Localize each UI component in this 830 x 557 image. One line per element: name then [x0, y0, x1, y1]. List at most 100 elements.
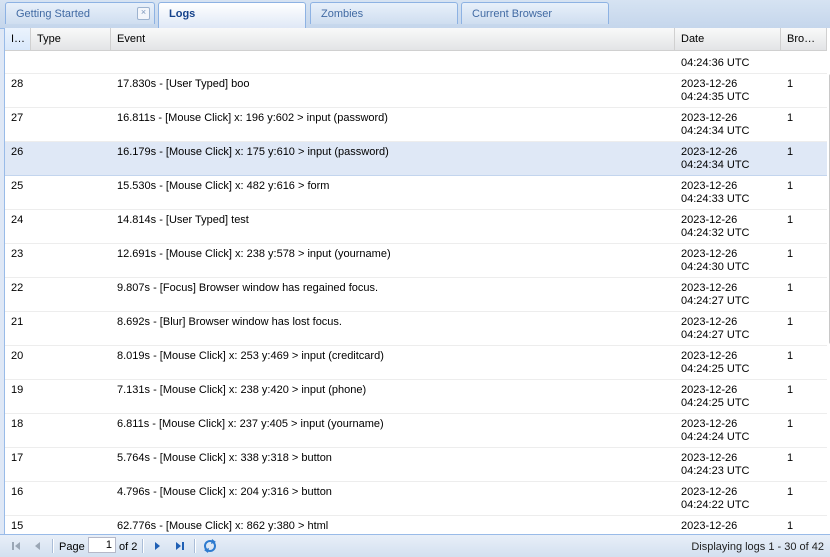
table-row[interactable]: 25 15.530s - [Mouse Click] x: 482 y:616 >… — [5, 176, 827, 210]
cell-type — [31, 244, 111, 277]
cell-type — [31, 142, 111, 175]
cell-type — [31, 74, 111, 107]
time-line: 04:24:25 UTC — [681, 397, 750, 409]
column-header-id[interactable]: I… — [5, 28, 31, 50]
table-row[interactable]: 04:24:36 UTC — [5, 51, 827, 74]
tab-zombies[interactable]: Zombies — [310, 2, 458, 24]
date-line: 2023-12-26 — [681, 282, 738, 294]
cell-browser: 1 — [787, 78, 794, 90]
date-line: 2023-12-26 — [681, 384, 738, 396]
date-line: 2023-12-26 — [681, 180, 738, 192]
page-label: Page — [59, 541, 85, 553]
table-row[interactable]: 19 7.131s - [Mouse Click] x: 238 y:420 > … — [5, 380, 827, 414]
cell-date: 2023-12-26 04:24:34 UTC — [675, 108, 781, 141]
cell-browser: 1 — [787, 214, 794, 226]
column-header-event[interactable]: Event — [111, 28, 675, 50]
table-row[interactable]: 20 8.019s - [Mouse Click] x: 253 y:469 > … — [5, 346, 827, 380]
table-row[interactable]: 18 6.811s - [Mouse Click] x: 237 y:405 > … — [5, 414, 827, 448]
toolbar-separator — [52, 539, 54, 553]
column-header-date[interactable]: Date — [675, 28, 781, 50]
cell-browser: 1 — [787, 282, 794, 294]
cell-type — [31, 51, 111, 73]
next-page-icon[interactable] — [150, 538, 166, 554]
table-row[interactable]: 24 14.814s - [User Typed] test 1 2023-12-26… — [5, 210, 827, 244]
cell-id: 18 — [11, 418, 24, 430]
date-line: 2023-12-26 — [681, 248, 738, 260]
cell-browser: 1 — [787, 180, 794, 192]
time-line: 04:24:23 UTC — [681, 465, 750, 477]
table-row[interactable]: 21 8.692s - [Blur] Browser window has los… — [5, 312, 827, 346]
table-row[interactable]: 16 4.796s - [Mouse Click] x: 204 y:316 > … — [5, 482, 827, 516]
cell-id: 28 — [11, 78, 24, 90]
tab-getting-started[interactable]: Getting Started × — [5, 2, 155, 24]
cell-browser: 1 — [787, 418, 794, 430]
cell-date: 2023-12-26 04:24:24 UTC — [675, 414, 781, 447]
paging-toolbar: Page of 2 Displaying logs 1 - 30 of 42 — [0, 534, 830, 557]
cell-type — [31, 108, 111, 141]
tab-current-browser[interactable]: Current Browser — [461, 2, 609, 24]
cell-browser: 1 — [787, 112, 794, 124]
cell-type — [31, 482, 111, 515]
time-line: 04:24:22 UTC — [681, 499, 750, 511]
tab-label: Current Browser — [472, 8, 553, 20]
cell-date: 2023-12-26 — [675, 516, 781, 534]
cell-date: 2023-12-26 04:24:22 UTC — [675, 482, 781, 515]
table-row[interactable]: 26 16.179s - [Mouse Click] x: 175 y:610 >… — [5, 142, 827, 176]
page-count: of 2 — [119, 541, 138, 553]
table-row[interactable]: 15 62.776s - [Mouse Click] x: 862 y:380 >… — [5, 516, 827, 534]
last-page-icon[interactable] — [172, 538, 188, 554]
close-icon[interactable]: × — [137, 7, 150, 20]
date-line: 2023-12-26 — [681, 112, 738, 124]
date-line: 2023-12-26 — [681, 452, 738, 464]
table-row[interactable]: 22 9.807s - [Focus] Browser window has re… — [5, 278, 827, 312]
time-line: 04:24:27 UTC — [681, 329, 750, 341]
date-line: 2023-12-26 — [681, 350, 738, 362]
cell-type — [31, 448, 111, 481]
cell-date: 2023-12-26 04:24:23 UTC — [675, 448, 781, 481]
cell-date: 2023-12-26 04:24:34 UTC — [675, 142, 781, 175]
cell-type — [31, 414, 111, 447]
cell-id: 23 — [11, 248, 24, 260]
table-row[interactable]: 27 16.811s - [Mouse Click] x: 196 y:602 >… — [5, 108, 827, 142]
time-line: 04:24:30 UTC — [681, 261, 750, 273]
cell-event: 12.691s - [Mouse Click] x: 238 y:578 > i… — [117, 248, 391, 260]
column-header-browser[interactable]: Bro… — [781, 28, 827, 50]
cell-event: 4.796s - [Mouse Click] x: 204 y:316 > bu… — [117, 486, 332, 498]
table-row[interactable]: 17 5.764s - [Mouse Click] x: 338 y:318 > … — [5, 448, 827, 482]
refresh-icon[interactable] — [202, 538, 218, 554]
cell-event: 8.692s - [Blur] Browser window has lost … — [117, 316, 342, 328]
grid-body: 04:24:36 UTC 28 17.830s - [User Typed] boo… — [5, 51, 827, 534]
page-number-input[interactable] — [88, 537, 116, 553]
cell-date: 2023-12-26 04:24:27 UTC — [675, 278, 781, 311]
cell-type — [31, 516, 111, 534]
cell-id: 26 — [11, 146, 24, 158]
cell-browser: 1 — [787, 316, 794, 328]
cell-browser: 1 — [787, 520, 794, 532]
time-line: 04:24:25 UTC — [681, 363, 750, 375]
cell-id: 15 — [11, 520, 24, 532]
time-line: 04:24:24 UTC — [681, 431, 750, 443]
cell-type — [31, 312, 111, 345]
cell-event: 9.807s - [Focus] Browser window has rega… — [117, 282, 379, 294]
prev-page-icon[interactable] — [29, 538, 45, 554]
cell-date: 2023-12-26 04:24:25 UTC — [675, 380, 781, 413]
cell-event: 62.776s - [Mouse Click] x: 862 y:380 > h… — [117, 520, 329, 532]
cell-event — [111, 51, 675, 73]
cell-browser: 1 — [787, 146, 794, 158]
date-line: 2023-12-26 — [681, 520, 738, 532]
tab-label: Getting Started — [16, 8, 90, 20]
table-row[interactable]: 23 12.691s - [Mouse Click] x: 238 y:578 >… — [5, 244, 827, 278]
column-header-type[interactable]: Type — [31, 28, 111, 50]
cell-date: 2023-12-26 04:24:25 UTC — [675, 346, 781, 379]
first-page-icon[interactable] — [8, 538, 24, 554]
logs-grid: I… Type Event Date Bro… 04:24:36 UTC 28 17… — [4, 28, 830, 534]
cell-event: 7.131s - [Mouse Click] x: 238 y:420 > in… — [117, 384, 367, 396]
cell-date: 2023-12-26 04:24:35 UTC — [675, 74, 781, 107]
cell-event: 16.179s - [Mouse Click] x: 175 y:610 > i… — [117, 146, 389, 158]
table-row[interactable]: 28 17.830s - [User Typed] boo 1 2023-12-26 0… — [5, 74, 827, 108]
display-message: Displaying logs 1 - 30 of 42 — [691, 541, 824, 553]
cell-id: 19 — [11, 384, 24, 396]
date-line: 2023-12-26 — [681, 214, 738, 226]
cell-type — [31, 380, 111, 413]
tab-logs[interactable]: Logs — [158, 2, 306, 28]
